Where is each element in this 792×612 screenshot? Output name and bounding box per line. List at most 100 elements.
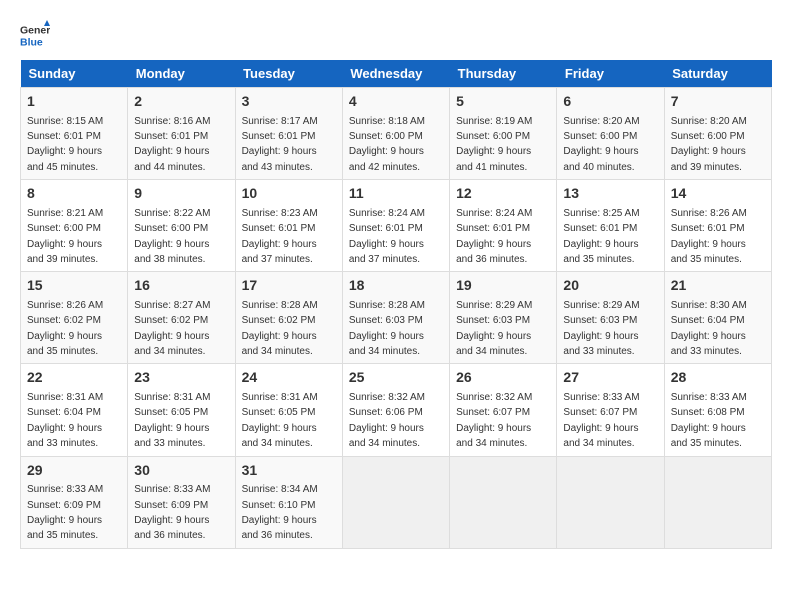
day-info: Sunrise: 8:22 AMSunset: 6:00 PMDaylight:… <box>134 208 210 265</box>
calendar-cell: 17 Sunrise: 8:28 AMSunset: 6:02 PMDayligh… <box>235 272 342 364</box>
calendar-cell: 23 Sunrise: 8:31 AMSunset: 6:05 PMDayligh… <box>128 364 235 456</box>
day-info: Sunrise: 8:24 AMSunset: 6:01 PMDaylight:… <box>349 208 425 265</box>
day-info: Sunrise: 8:31 AMSunset: 6:05 PMDaylight:… <box>134 392 210 449</box>
header-tuesday: Tuesday <box>235 60 342 88</box>
calendar-cell: 19 Sunrise: 8:29 AMSunset: 6:03 PMDayligh… <box>450 272 557 364</box>
day-info: Sunrise: 8:32 AMSunset: 6:07 PMDaylight:… <box>456 392 532 449</box>
day-number: 26 <box>456 368 550 388</box>
day-number: 27 <box>563 368 657 388</box>
day-number: 19 <box>456 276 550 296</box>
calendar-cell: 29Sunrise: 8:33 AMSunset: 6:09 PMDayligh… <box>21 456 128 548</box>
day-info: Sunrise: 8:23 AMSunset: 6:01 PMDaylight:… <box>242 208 318 265</box>
header-saturday: Saturday <box>664 60 771 88</box>
day-number: 25 <box>349 368 443 388</box>
day-number: 29 <box>27 461 121 481</box>
logo-icon: General Blue <box>20 20 50 50</box>
day-info: Sunrise: 8:31 AMSunset: 6:04 PMDaylight:… <box>27 392 103 449</box>
day-info: Sunrise: 8:29 AMSunset: 6:03 PMDaylight:… <box>456 300 532 357</box>
day-info: Sunrise: 8:31 AMSunset: 6:05 PMDaylight:… <box>242 392 318 449</box>
day-info: Sunrise: 8:20 AMSunset: 6:00 PMDaylight:… <box>671 116 747 173</box>
day-number: 1 <box>27 92 121 112</box>
calendar-cell: 4 Sunrise: 8:18 AMSunset: 6:00 PMDaylight… <box>342 88 449 180</box>
calendar-cell <box>664 456 771 548</box>
day-info: Sunrise: 8:26 AMSunset: 6:02 PMDaylight:… <box>27 300 103 357</box>
day-number: 18 <box>349 276 443 296</box>
day-info: Sunrise: 8:20 AMSunset: 6:00 PMDaylight:… <box>563 116 639 173</box>
header-row: SundayMondayTuesdayWednesdayThursdayFrid… <box>21 60 772 88</box>
calendar-cell <box>557 456 664 548</box>
day-info: Sunrise: 8:25 AMSunset: 6:01 PMDaylight:… <box>563 208 639 265</box>
day-number: 4 <box>349 92 443 112</box>
calendar-cell: 12 Sunrise: 8:24 AMSunset: 6:01 PMDayligh… <box>450 180 557 272</box>
calendar-cell: 6 Sunrise: 8:20 AMSunset: 6:00 PMDaylight… <box>557 88 664 180</box>
header-friday: Friday <box>557 60 664 88</box>
day-number: 31 <box>242 461 336 481</box>
day-number: 9 <box>134 184 228 204</box>
calendar-cell: 15 Sunrise: 8:26 AMSunset: 6:02 PMDayligh… <box>21 272 128 364</box>
calendar-cell: 10 Sunrise: 8:23 AMSunset: 6:01 PMDayligh… <box>235 180 342 272</box>
day-info: Sunrise: 8:33 AMSunset: 6:09 PMDaylight:… <box>134 484 210 541</box>
day-number: 20 <box>563 276 657 296</box>
day-number: 30 <box>134 461 228 481</box>
calendar-week-1: 1Sunrise: 8:15 AMSunset: 6:01 PMDaylight… <box>21 88 772 180</box>
calendar-week-5: 29 Sunrise: 8:33 AMSunset: 6:09 PMDayligh… <box>21 456 772 548</box>
calendar-cell: 16Sunrise: 8:27 AMSunset: 6:02 PMDayligh… <box>128 272 235 364</box>
calendar-cell: 9 Sunrise: 8:22 AMSunset: 6:00 PMDaylight… <box>128 180 235 272</box>
calendar-week-3: 15 Sunrise: 8:26 AMSunset: 6:02 PMDayligh… <box>21 272 772 364</box>
calendar-cell: 30 Sunrise: 8:33 AMSunset: 6:09 PMDayligh… <box>128 456 235 548</box>
calendar-body: 1Sunrise: 8:15 AMSunset: 6:01 PMDaylight… <box>21 88 772 549</box>
logo: General Blue <box>20 20 54 50</box>
day-number: 6 <box>563 92 657 112</box>
calendar-cell: 20 Sunrise: 8:29 AMSunset: 6:03 PMDayligh… <box>557 272 664 364</box>
day-info: Sunrise: 8:29 AMSunset: 6:03 PMDaylight:… <box>563 300 639 357</box>
day-info: Sunrise: 8:34 AMSunset: 6:10 PMDaylight:… <box>242 484 318 541</box>
header-thursday: Thursday <box>450 60 557 88</box>
calendar-cell: 5Sunrise: 8:19 AMSunset: 6:00 PMDaylight… <box>450 88 557 180</box>
day-info: Sunrise: 8:33 AMSunset: 6:08 PMDaylight:… <box>671 392 747 449</box>
calendar-cell: 1Sunrise: 8:15 AMSunset: 6:01 PMDaylight… <box>21 88 128 180</box>
day-number: 7 <box>671 92 765 112</box>
calendar-cell: 27 Sunrise: 8:33 AMSunset: 6:07 PMDayligh… <box>557 364 664 456</box>
calendar-cell: 18 Sunrise: 8:28 AMSunset: 6:03 PMDayligh… <box>342 272 449 364</box>
day-info: Sunrise: 8:32 AMSunset: 6:06 PMDaylight:… <box>349 392 425 449</box>
calendar-cell: 25 Sunrise: 8:32 AMSunset: 6:06 PMDayligh… <box>342 364 449 456</box>
day-info: Sunrise: 8:28 AMSunset: 6:02 PMDaylight:… <box>242 300 318 357</box>
day-info: Sunrise: 8:33 AMSunset: 6:07 PMDaylight:… <box>563 392 639 449</box>
day-number: 22 <box>27 368 121 388</box>
day-number: 21 <box>671 276 765 296</box>
day-number: 17 <box>242 276 336 296</box>
day-number: 11 <box>349 184 443 204</box>
day-number: 15 <box>27 276 121 296</box>
calendar-cell: 7 Sunrise: 8:20 AMSunset: 6:00 PMDaylight… <box>664 88 771 180</box>
day-number: 5 <box>456 92 550 112</box>
calendar-cell <box>342 456 449 548</box>
day-number: 12 <box>456 184 550 204</box>
day-info: Sunrise: 8:28 AMSunset: 6:03 PMDaylight:… <box>349 300 425 357</box>
calendar-cell: 8 Sunrise: 8:21 AMSunset: 6:00 PMDaylight… <box>21 180 128 272</box>
day-number: 23 <box>134 368 228 388</box>
day-number: 10 <box>242 184 336 204</box>
calendar-cell: 22 Sunrise: 8:31 AMSunset: 6:04 PMDayligh… <box>21 364 128 456</box>
day-info: Sunrise: 8:18 AMSunset: 6:00 PMDaylight:… <box>349 116 425 173</box>
calendar-week-2: 8 Sunrise: 8:21 AMSunset: 6:00 PMDaylight… <box>21 180 772 272</box>
calendar-cell: 26 Sunrise: 8:32 AMSunset: 6:07 PMDayligh… <box>450 364 557 456</box>
header-sunday: Sunday <box>21 60 128 88</box>
day-info: Sunrise: 8:26 AMSunset: 6:01 PMDaylight:… <box>671 208 747 265</box>
calendar-cell: 28 Sunrise: 8:33 AMSunset: 6:08 PMDayligh… <box>664 364 771 456</box>
calendar-cell: 2 Sunrise: 8:16 AMSunset: 6:01 PMDaylight… <box>128 88 235 180</box>
day-info: Sunrise: 8:21 AMSunset: 6:00 PMDaylight:… <box>27 208 103 265</box>
day-info: Sunrise: 8:30 AMSunset: 6:04 PMDaylight:… <box>671 300 747 357</box>
day-number: 13 <box>563 184 657 204</box>
day-number: 28 <box>671 368 765 388</box>
day-number: 2 <box>134 92 228 112</box>
header-wednesday: Wednesday <box>342 60 449 88</box>
day-number: 8 <box>27 184 121 204</box>
day-number: 3 <box>242 92 336 112</box>
calendar-cell: 13 Sunrise: 8:25 AMSunset: 6:01 PMDayligh… <box>557 180 664 272</box>
calendar-week-4: 22 Sunrise: 8:31 AMSunset: 6:04 PMDayligh… <box>21 364 772 456</box>
header: General Blue <box>20 20 772 50</box>
svg-text:Blue: Blue <box>20 37 43 49</box>
calendar-cell <box>450 456 557 548</box>
day-info: Sunrise: 8:16 AMSunset: 6:01 PMDaylight:… <box>134 116 210 173</box>
day-info: Sunrise: 8:24 AMSunset: 6:01 PMDaylight:… <box>456 208 532 265</box>
